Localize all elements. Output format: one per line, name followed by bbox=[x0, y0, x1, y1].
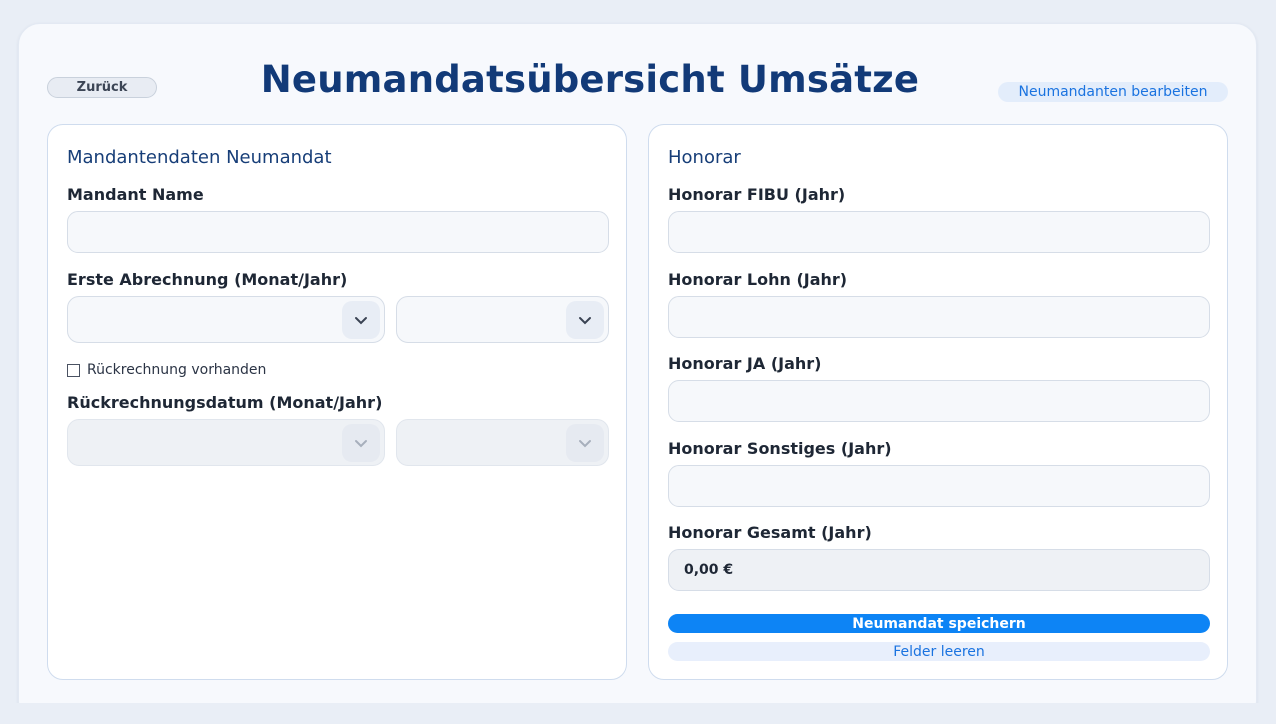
fee-payroll-label: Honorar Lohn (Jahr) bbox=[668, 270, 848, 289]
chevron-down-icon bbox=[566, 301, 604, 339]
first-billing-label: Erste Abrechnung (Monat/Jahr) bbox=[67, 270, 348, 289]
fee-total-label: Honorar Gesamt (Jahr) bbox=[668, 523, 872, 542]
client-name-label: Mandant Name bbox=[67, 185, 204, 204]
fee-panel: Honorar Honorar FIBU (Jahr) Honorar Lohn… bbox=[648, 124, 1228, 680]
client-name-input[interactable] bbox=[67, 211, 609, 253]
retro-checkbox[interactable] bbox=[67, 363, 80, 377]
edit-clients-button[interactable]: Neumandanten bearbeiten bbox=[998, 82, 1228, 102]
first-billing-month-select[interactable] bbox=[67, 296, 385, 343]
retro-checkbox-row[interactable]: Rückrechnung vorhanden bbox=[67, 362, 266, 378]
fee-panel-title: Honorar bbox=[668, 147, 741, 168]
retro-year-select[interactable] bbox=[396, 419, 609, 466]
fee-ja-input[interactable] bbox=[668, 380, 1210, 422]
chevron-down-icon bbox=[342, 301, 380, 339]
fee-fibu-label: Honorar FIBU (Jahr) bbox=[668, 185, 846, 204]
clear-fields-button[interactable]: Felder leeren bbox=[668, 642, 1210, 661]
page-footer-edge bbox=[0, 703, 1276, 724]
fee-ja-label: Honorar JA (Jahr) bbox=[668, 354, 822, 373]
page-title: Neumandatsübersicht Umsätze bbox=[260, 58, 920, 101]
client-data-panel: Mandantendaten Neumandat Mandant Name Er… bbox=[47, 124, 627, 680]
fee-total-field: 0,00 € bbox=[668, 549, 1210, 591]
client-panel-title: Mandantendaten Neumandat bbox=[67, 147, 332, 168]
fee-other-label: Honorar Sonstiges (Jahr) bbox=[668, 439, 892, 458]
chevron-down-icon bbox=[342, 424, 380, 462]
back-button[interactable]: Zurück bbox=[47, 77, 157, 98]
fee-other-input[interactable] bbox=[668, 465, 1210, 507]
retro-month-select[interactable] bbox=[67, 419, 385, 466]
fee-payroll-input[interactable] bbox=[668, 296, 1210, 338]
retro-date-label: Rückrechnungsdatum (Monat/Jahr) bbox=[67, 393, 383, 412]
save-client-button[interactable]: Neumandat speichern bbox=[668, 614, 1210, 633]
fee-fibu-input[interactable] bbox=[668, 211, 1210, 253]
retro-checkbox-label: Rückrechnung vorhanden bbox=[87, 362, 267, 378]
chevron-down-icon bbox=[566, 424, 604, 462]
first-billing-year-select[interactable] bbox=[396, 296, 609, 343]
